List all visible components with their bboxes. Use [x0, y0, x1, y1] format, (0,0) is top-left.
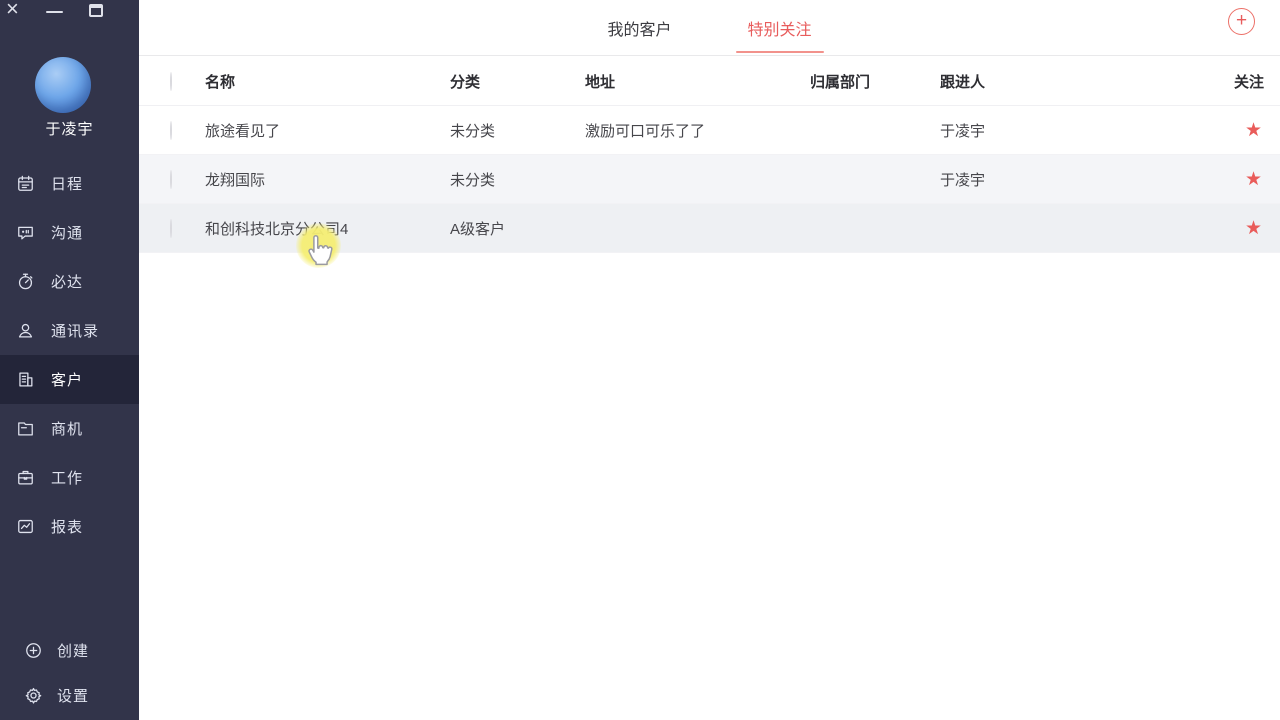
- sidebar-item-label: 工作: [51, 467, 83, 488]
- sidebar-item-opportunities[interactable]: 商机: [0, 404, 139, 453]
- sidebar-item-customers[interactable]: 客户: [0, 355, 139, 404]
- calendar-icon: [16, 174, 35, 193]
- select-all-checkbox[interactable]: [170, 72, 172, 91]
- maximize-icon[interactable]: [89, 4, 103, 17]
- topbar: 我的客户 特别关注: [139, 0, 1280, 56]
- star-icon[interactable]: ★: [1204, 168, 1280, 191]
- cell-name: 旅途看见了: [205, 120, 450, 141]
- column-header-department: 归属部门: [810, 71, 940, 92]
- column-header-category: 分类: [450, 71, 585, 92]
- sidebar-footer: 创建 设置: [0, 628, 139, 718]
- sidebar-item-settings[interactable]: 设置: [0, 673, 139, 718]
- sidebar-item-label: 日程: [51, 173, 83, 194]
- table-row[interactable]: 龙翔国际 未分类 于凌宇 ★: [139, 155, 1280, 204]
- sidebar-item-label: 必达: [51, 271, 83, 292]
- window-controls: ×: [0, 0, 139, 26]
- sidebar-item-reports[interactable]: 报表: [0, 502, 139, 551]
- sidebar-item-work[interactable]: 工作: [0, 453, 139, 502]
- report-icon: [16, 517, 35, 536]
- briefcase-icon: [16, 468, 35, 487]
- user-name: 于凌宇: [0, 118, 139, 139]
- sidebar-item-label: 商机: [51, 418, 83, 439]
- column-header-address: 地址: [585, 71, 810, 92]
- column-header-follower: 跟进人: [940, 71, 1204, 92]
- building-icon: [16, 370, 35, 389]
- sidebar-item-contacts[interactable]: 通讯录: [0, 306, 139, 355]
- star-icon[interactable]: ★: [1204, 119, 1280, 142]
- table-row[interactable]: 旅途看见了 未分类 激励可口可乐了了 于凌宇 ★: [139, 106, 1280, 155]
- cell-follower: 于凌宇: [940, 169, 1204, 190]
- avatar[interactable]: [35, 57, 91, 113]
- sidebar-nav: 日程 沟通 必达 通讯录 客户: [0, 159, 139, 551]
- cell-follower: 于凌宇: [940, 120, 1204, 141]
- row-checkbox[interactable]: [170, 219, 172, 238]
- sidebar-item-label: 报表: [51, 516, 83, 537]
- cell-category: A级客户: [450, 218, 585, 239]
- close-icon[interactable]: ×: [6, 0, 19, 20]
- cell-name: 和创科技北京分公司4: [205, 218, 450, 239]
- sidebar-item-label: 沟通: [51, 222, 83, 243]
- chat-icon: [16, 223, 35, 242]
- sidebar-item-communication[interactable]: 沟通: [0, 208, 139, 257]
- column-header-star: 关注: [1204, 71, 1280, 92]
- gear-icon: [24, 686, 43, 705]
- tab-my-customers[interactable]: 我的客户: [605, 12, 673, 44]
- row-checkbox[interactable]: [170, 170, 172, 189]
- plus-circle-icon: [24, 641, 43, 660]
- sidebar-item-label: 创建: [57, 640, 89, 661]
- sidebar-item-label: 通讯录: [51, 320, 99, 341]
- star-icon[interactable]: ★: [1204, 217, 1280, 240]
- column-header-name: 名称: [205, 71, 450, 92]
- sidebar-item-label: 设置: [57, 685, 89, 706]
- contacts-icon: [16, 321, 35, 340]
- sidebar-item-bida[interactable]: 必达: [0, 257, 139, 306]
- cell-category: 未分类: [450, 120, 585, 141]
- folder-icon: [16, 419, 35, 438]
- cell-name: 龙翔国际: [205, 169, 450, 190]
- add-button[interactable]: +: [1228, 8, 1255, 35]
- sidebar-item-label: 客户: [51, 369, 83, 390]
- sidebar-item-create[interactable]: 创建: [0, 628, 139, 673]
- tab-special-focus[interactable]: 特别关注: [746, 12, 814, 44]
- minimize-icon[interactable]: [46, 11, 63, 13]
- sidebar-item-schedule[interactable]: 日程: [0, 159, 139, 208]
- row-checkbox[interactable]: [170, 121, 172, 140]
- table-header: 名称 分类 地址 归属部门 跟进人 关注: [139, 57, 1280, 106]
- customer-table: 旅途看见了 未分类 激励可口可乐了了 于凌宇 ★ 龙翔国际 未分类 于凌宇 ★ …: [139, 106, 1280, 253]
- sidebar: × 于凌宇 日程 沟通 必达 通讯录: [0, 0, 139, 720]
- stopwatch-icon: [16, 272, 35, 291]
- cell-category: 未分类: [450, 169, 585, 190]
- cell-address: 激励可口可乐了了: [585, 120, 810, 141]
- table-row[interactable]: 和创科技北京分公司4 A级客户 ★: [139, 204, 1280, 253]
